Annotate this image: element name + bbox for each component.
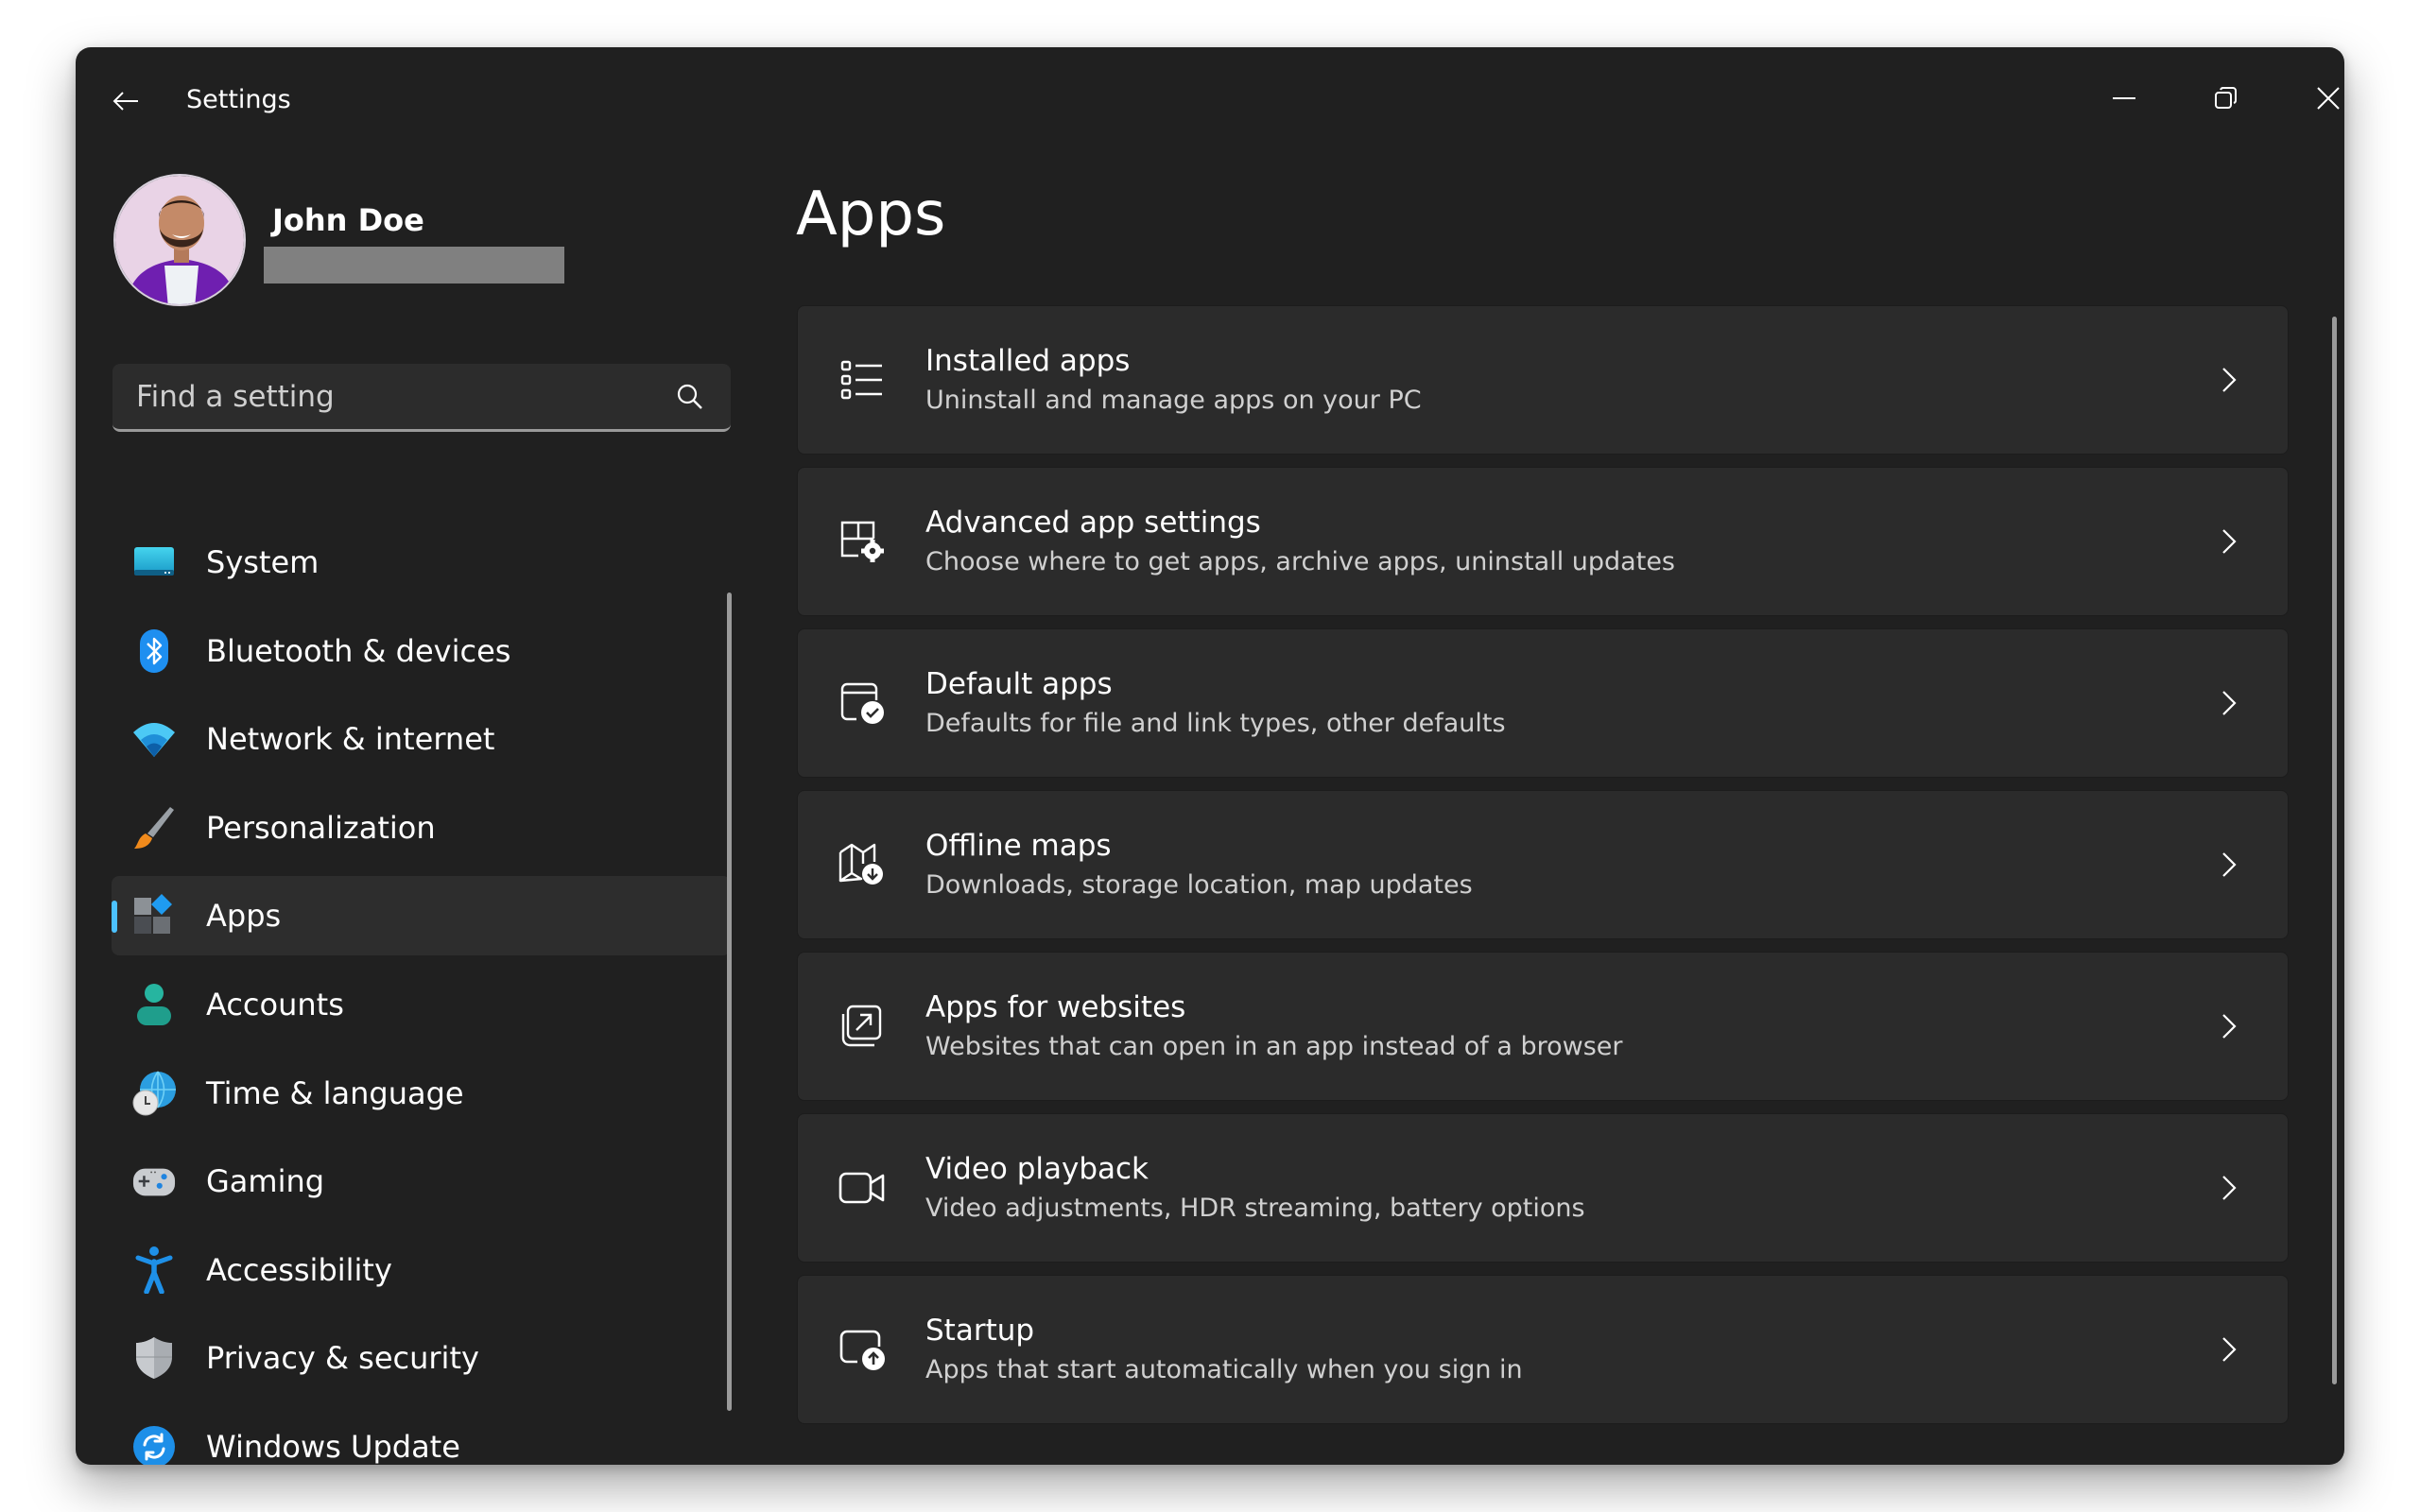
settings-list: Installed apps Uninstall and manage apps… [797, 305, 2289, 1436]
search-input[interactable] [112, 364, 667, 430]
default-apps-icon [836, 677, 889, 730]
sidebar-item-personalization[interactable]: Personalization [112, 788, 731, 868]
card-subtitle: Uninstall and manage apps on your PC [925, 386, 1422, 415]
search-icon[interactable] [676, 383, 704, 411]
sync-icon [132, 1425, 176, 1465]
sidebar-nav: System Bluetooth & devices Network & int… [112, 523, 731, 1465]
card-subtitle: Downloads, storage location, map updates [925, 870, 1473, 900]
card-subtitle: Choose where to get apps, archive apps, … [925, 547, 1675, 576]
card-video-playback[interactable]: Video playback Video adjustments, HDR st… [797, 1113, 2289, 1263]
chevron-right-icon [2208, 359, 2250, 401]
sidebar-item-network[interactable]: Network & internet [112, 699, 731, 779]
open-in-app-icon [836, 1000, 889, 1053]
card-title: Apps for websites [925, 990, 1186, 1024]
card-installed-apps[interactable]: Installed apps Uninstall and manage apps… [797, 305, 2289, 455]
sidebar-item-accounts[interactable]: Accounts [112, 965, 731, 1044]
chevron-right-icon [2208, 1167, 2250, 1209]
system-monitor-icon [132, 541, 176, 584]
card-advanced-app-settings[interactable]: Advanced app settings Choose where to ge… [797, 467, 2289, 616]
sidebar-item-apps[interactable]: Apps [112, 876, 731, 956]
minimize-icon [2113, 97, 2135, 99]
wifi-icon [132, 717, 176, 761]
sidebar-item-label: Gaming [206, 1163, 325, 1200]
sidebar-item-label: Bluetooth & devices [206, 632, 511, 669]
close-button[interactable] [2286, 70, 2344, 127]
user-name: John Doe [272, 202, 424, 238]
chevron-right-icon [2208, 844, 2250, 885]
sidebar-item-label: Apps [206, 898, 282, 935]
bluetooth-icon [132, 628, 176, 673]
card-default-apps[interactable]: Default apps Defaults for file and link … [797, 628, 2289, 778]
page-title: Apps [796, 180, 946, 249]
accessibility-icon [132, 1246, 176, 1294]
settings-window: Settings John Doe System [76, 47, 2344, 1465]
chevron-right-icon [2208, 1005, 2250, 1047]
video-camera-icon [836, 1161, 889, 1214]
main-scrollbar[interactable] [2332, 317, 2337, 1384]
sidebar-item-label: Privacy & security [206, 1340, 479, 1377]
restore-icon [2215, 87, 2237, 109]
chevron-right-icon [2208, 1329, 2250, 1370]
chevron-right-icon [2208, 521, 2250, 562]
app-settings-icon [836, 515, 889, 568]
sidebar-item-label: Network & internet [206, 721, 495, 758]
card-title: Offline maps [925, 829, 1112, 863]
avatar[interactable] [113, 174, 246, 306]
search-box[interactable] [112, 364, 731, 432]
selection-indicator [112, 901, 117, 934]
sidebar-item-label: Accessibility [206, 1251, 392, 1288]
sidebar-item-label: System [206, 544, 320, 580]
card-subtitle: Defaults for file and link types, other … [925, 709, 1506, 738]
card-title: Advanced app settings [925, 506, 1261, 540]
sidebar-item-privacy[interactable]: Privacy & security [112, 1318, 731, 1398]
person-icon [132, 983, 176, 1026]
sidebar-item-time-language[interactable]: Time & language [112, 1054, 731, 1133]
sidebar-scrollbar[interactable] [727, 593, 732, 1411]
globe-clock-icon [132, 1071, 176, 1116]
apps-icon [132, 894, 176, 937]
sidebar-item-accessibility[interactable]: Accessibility [112, 1230, 731, 1310]
card-subtitle: Apps that start automatically when you s… [925, 1355, 1523, 1384]
user-photo-icon [115, 176, 244, 304]
card-startup[interactable]: Startup Apps that start automatically wh… [797, 1275, 2289, 1424]
sidebar-item-label: Time & language [206, 1074, 464, 1111]
gamepad-icon [132, 1160, 176, 1203]
startup-icon [836, 1323, 889, 1376]
paintbrush-icon [132, 806, 176, 850]
chevron-right-icon [2208, 682, 2250, 724]
card-offline-maps[interactable]: Offline maps Downloads, storage location… [797, 790, 2289, 939]
sidebar-item-label: Windows Update [206, 1428, 460, 1465]
minimize-button[interactable] [2082, 70, 2167, 127]
sidebar-item-windows-update[interactable]: Windows Update [112, 1407, 731, 1465]
redacted-email [264, 247, 564, 284]
restore-button[interactable] [2184, 70, 2269, 127]
list-icon [836, 353, 889, 406]
card-title: Video playback [925, 1152, 1150, 1186]
card-title: Default apps [925, 667, 1113, 701]
card-subtitle: Websites that can open in an app instead… [925, 1032, 1623, 1061]
sidebar-item-label: Accounts [206, 986, 344, 1022]
sidebar-item-label: Personalization [206, 809, 436, 846]
card-apps-for-websites[interactable]: Apps for websites Websites that can open… [797, 952, 2289, 1101]
sidebar-item-bluetooth[interactable]: Bluetooth & devices [112, 611, 731, 691]
sidebar-item-gaming[interactable]: Gaming [112, 1142, 731, 1221]
card-title: Startup [925, 1314, 1035, 1348]
card-subtitle: Video adjustments, HDR streaming, batter… [925, 1194, 1585, 1223]
shield-icon [132, 1336, 176, 1380]
close-icon [2317, 87, 2340, 110]
sidebar-item-system[interactable]: System [112, 523, 731, 602]
back-button[interactable] [104, 79, 147, 123]
app-title: Settings [186, 85, 291, 114]
map-download-icon [836, 838, 889, 891]
back-arrow-icon [112, 92, 138, 111]
card-title: Installed apps [925, 344, 1131, 378]
